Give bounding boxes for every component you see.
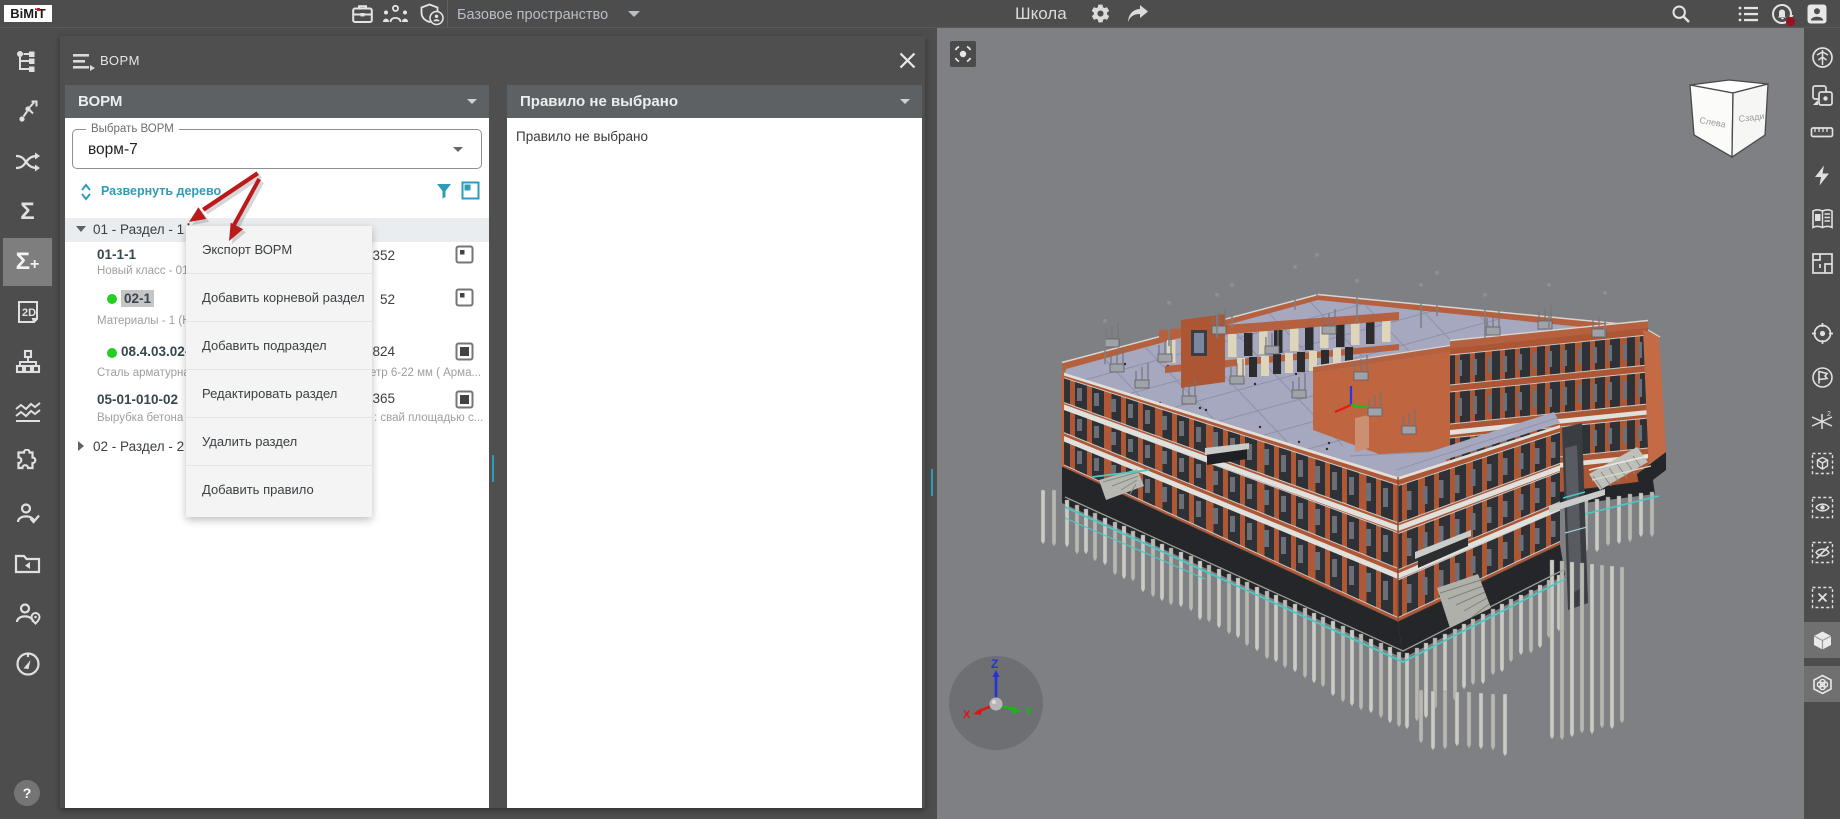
svg-text:Z: Z — [991, 657, 998, 671]
svg-text:X: X — [963, 709, 971, 721]
svg-text:2: 2 — [1827, 411, 1831, 418]
svg-text:Y: Y — [1025, 706, 1033, 718]
svg-text:2D: 2D — [22, 307, 36, 319]
